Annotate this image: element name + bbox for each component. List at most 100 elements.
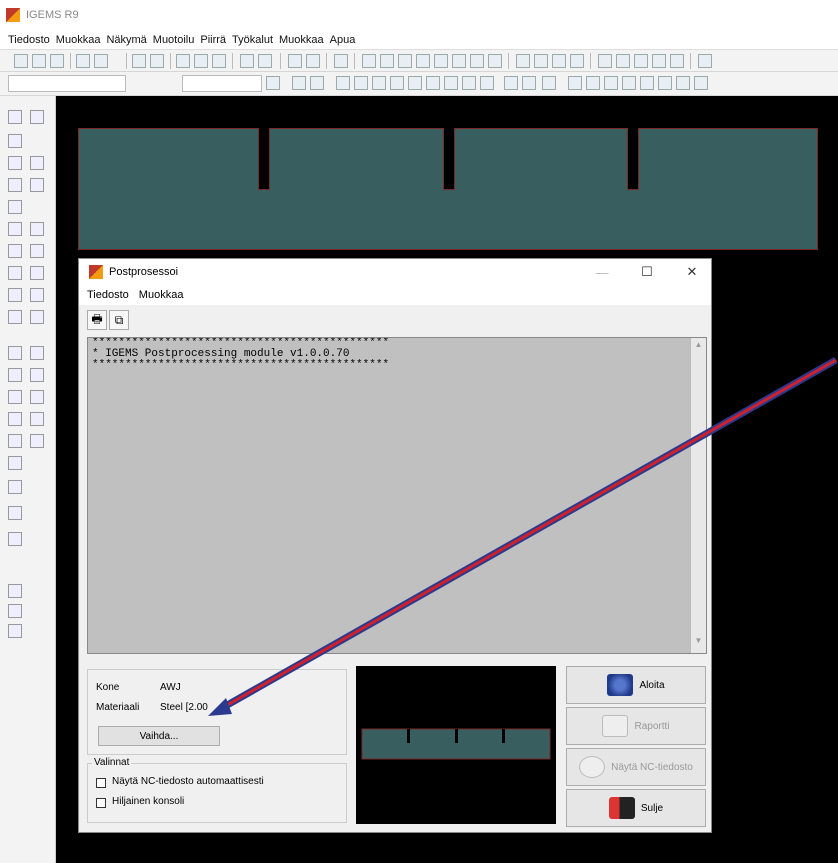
dimension-icon[interactable]	[552, 54, 566, 68]
nest-icon[interactable]	[598, 54, 612, 68]
scroll-down-icon[interactable]: ▼	[691, 636, 706, 651]
snap-frame-icon[interactable]	[488, 54, 502, 68]
report-icon[interactable]	[586, 76, 600, 90]
pen-icon[interactable]	[522, 76, 536, 90]
spline-icon[interactable]	[8, 434, 22, 448]
fill-icon[interactable]	[292, 76, 306, 90]
maximize-icon[interactable]: ☐	[632, 261, 662, 283]
style-icon[interactable]	[266, 76, 280, 90]
close-button[interactable]: Sulje	[566, 789, 706, 827]
document-icon[interactable]	[670, 54, 684, 68]
dialog-menu-muokkaa[interactable]: Muokkaa	[139, 289, 184, 301]
hatch-icon[interactable]	[8, 412, 22, 426]
gear-shape-icon[interactable]	[8, 480, 22, 494]
redo-icon[interactable]	[150, 54, 164, 68]
report-button[interactable]: Raportti	[566, 707, 706, 745]
snap-point-icon[interactable]	[398, 54, 412, 68]
machine-icon[interactable]	[504, 76, 518, 90]
edit-icon[interactable]	[694, 76, 708, 90]
settings-icon[interactable]	[306, 54, 320, 68]
save-icon[interactable]	[50, 54, 64, 68]
rectangle-icon[interactable]	[30, 244, 44, 258]
line-tool-icon[interactable]	[30, 110, 44, 124]
nc-view-icon[interactable]	[676, 76, 690, 90]
show-nc-button[interactable]: Näytä NC-tiedosto	[566, 748, 706, 786]
triangle-icon[interactable]	[30, 412, 44, 426]
menu-tyokalut[interactable]: Työkalut	[232, 34, 273, 46]
new-file-icon[interactable]	[14, 54, 28, 68]
box-icon[interactable]	[568, 76, 582, 90]
mirror-icon[interactable]	[8, 200, 22, 214]
cost-icon[interactable]	[604, 76, 618, 90]
chamfer-icon[interactable]	[8, 368, 22, 382]
pen-tool-icon[interactable]	[8, 456, 22, 470]
measure-icon[interactable]	[408, 76, 422, 90]
panel-icon[interactable]	[698, 54, 712, 68]
print-setup-icon[interactable]	[94, 54, 108, 68]
text-icon[interactable]	[516, 54, 530, 68]
arc-icon[interactable]	[30, 222, 44, 236]
coordinates-icon[interactable]	[30, 434, 44, 448]
nc-icon[interactable]	[334, 54, 348, 68]
point-icon[interactable]	[8, 156, 22, 170]
gray-block-icon[interactable]	[8, 604, 22, 618]
nest-view-icon[interactable]	[444, 76, 458, 90]
offset-icon[interactable]	[8, 310, 22, 324]
menu-tiedosto[interactable]: Tiedosto	[8, 34, 50, 46]
snap-mid-icon[interactable]	[470, 54, 484, 68]
rotate-icon[interactable]	[8, 178, 22, 192]
snap-box-icon[interactable]	[452, 54, 466, 68]
minimize-icon[interactable]: —	[587, 261, 617, 283]
copy-part-icon[interactable]	[652, 54, 666, 68]
star-icon[interactable]	[8, 506, 22, 520]
print-icon[interactable]	[76, 54, 90, 68]
postprocess-icon[interactable]	[542, 76, 556, 90]
select-icon[interactable]	[8, 134, 22, 148]
auto-show-nc-checkbox[interactable]	[96, 778, 106, 788]
close-icon[interactable]: ✕	[677, 261, 707, 283]
diameter-icon[interactable]	[30, 390, 44, 404]
print-icon[interactable]: 🖶	[87, 310, 107, 330]
start-button[interactable]: Aloita	[566, 666, 706, 704]
radius-icon[interactable]	[30, 368, 44, 382]
magic-icon[interactable]	[390, 76, 404, 90]
polygon-icon[interactable]	[30, 266, 44, 280]
lead-in-icon[interactable]	[372, 76, 386, 90]
chart-icon[interactable]	[658, 76, 672, 90]
image-tool-icon[interactable]	[30, 310, 44, 324]
text-tool-icon[interactable]	[30, 288, 44, 302]
menu-apua[interactable]: Apua	[330, 34, 356, 46]
circle-icon[interactable]	[30, 178, 44, 192]
open-file-icon[interactable]	[32, 54, 46, 68]
copy-icon[interactable]	[194, 54, 208, 68]
layer-icon[interactable]	[258, 54, 272, 68]
silent-console-checkbox[interactable]	[96, 798, 106, 808]
snap-grid-icon[interactable]	[380, 54, 394, 68]
menu-nakyma[interactable]: Näkymä	[106, 34, 146, 46]
tool-path-2-icon[interactable]	[354, 76, 368, 90]
tab-icon[interactable]	[480, 76, 494, 90]
extend-icon[interactable]	[8, 288, 22, 302]
layer-combo[interactable]	[8, 75, 126, 92]
style-combo[interactable]	[182, 75, 262, 92]
menu-piirra[interactable]: Piirrä	[200, 34, 226, 46]
tool-path-icon[interactable]	[336, 76, 350, 90]
dialog-menu-tiedosto[interactable]: Tiedosto	[87, 289, 129, 301]
gift-icon[interactable]	[8, 532, 22, 546]
fillet-icon[interactable]	[8, 346, 22, 360]
gray-block-icon[interactable]	[8, 584, 22, 598]
menu-muokkaa[interactable]: Muokkaa	[56, 34, 101, 46]
line-icon[interactable]	[240, 54, 254, 68]
tools-icon[interactable]	[622, 76, 636, 90]
snap-icon[interactable]	[362, 54, 376, 68]
circle-small-icon[interactable]	[30, 156, 44, 170]
scroll-up-icon[interactable]: ▲	[691, 340, 706, 355]
cut-icon[interactable]	[176, 54, 190, 68]
car-icon[interactable]	[534, 54, 548, 68]
trim-icon[interactable]	[8, 266, 22, 280]
copy-icon[interactable]: ⧉	[109, 310, 129, 330]
dimension-tool-icon[interactable]	[30, 346, 44, 360]
sheet-icon[interactable]	[462, 76, 476, 90]
block-icon[interactable]	[426, 76, 440, 90]
color-icon[interactable]	[310, 76, 324, 90]
